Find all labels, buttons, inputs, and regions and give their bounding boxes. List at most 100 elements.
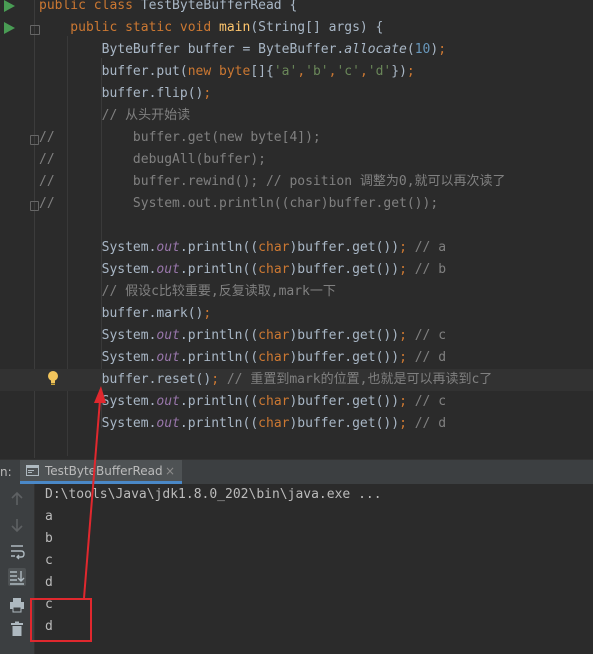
console-output-line: c (45, 553, 53, 568)
console-command-line: D:\tools\Java\jdk1.8.0_202\bin\java.exe … (45, 487, 382, 502)
code-token: buffer.flip() (39, 86, 204, 101)
code-token: , (359, 64, 368, 79)
code-token: ; (399, 262, 407, 277)
code-token: )buffer.get()) (289, 328, 400, 343)
code-line[interactable]: ByteBuffer buffer = ByteBuffer.allocate(… (39, 39, 446, 61)
code-token: buffer.mark() (39, 306, 204, 321)
console-output-line: c (45, 597, 53, 612)
lightbulb-icon[interactable] (46, 370, 60, 386)
code-token: new byte (187, 64, 251, 79)
code-line[interactable]: // 假设c比较重要,反复读取,mark一下 (39, 281, 336, 303)
code-token: ; (399, 328, 407, 343)
fold-marker-icon[interactable] (30, 135, 39, 145)
code-token: out (156, 262, 180, 277)
code-line[interactable]: // debugAll(buffer); (39, 149, 266, 171)
code-token: public class (39, 0, 141, 13)
code-token: )buffer.get()) (289, 394, 400, 409)
code-token: ) (430, 42, 439, 57)
code-token: System. (39, 262, 157, 277)
code-token: buffer.get(new byte[4]); (54, 130, 321, 145)
console-output-line: a (45, 509, 53, 524)
code-line[interactable]: // 从头开始读 (39, 105, 190, 127)
run-tab-title: TestByteBufferRead (45, 464, 163, 478)
code-line[interactable]: System.out.println((char)buffer.get()); … (39, 413, 446, 435)
print-icon[interactable] (8, 596, 26, 614)
run-class-icon[interactable] (2, 0, 16, 13)
code-token: .println(( (179, 350, 259, 365)
code-line[interactable]: public static void main(String[] args) { (39, 17, 383, 39)
code-line[interactable]: buffer.reset(); // 重置到mark的位置,也就是可以再读到c了 (0, 369, 593, 391)
code-token: // 从头开始读 (39, 108, 191, 123)
code-line[interactable]: System.out.println((char)buffer.get()); … (39, 325, 446, 347)
code-token: ; (203, 86, 212, 101)
code-token: buffer.reset() (39, 372, 212, 387)
code-token: public static void (39, 20, 220, 35)
code-token: .println(( (179, 262, 259, 277)
code-token: (String[] args) { (250, 20, 384, 35)
code-line[interactable]: System.out.println((char)buffer.get()); … (39, 237, 446, 259)
trash-icon[interactable] (8, 620, 26, 638)
code-token: System. (39, 416, 157, 431)
code-token: 'd' (367, 64, 392, 79)
code-line[interactable]: System.out.println((char)buffer.get()); … (39, 391, 446, 413)
code-line[interactable]: // buffer.get(new byte[4]); (39, 127, 321, 149)
code-token: ; (399, 350, 407, 365)
code-line[interactable]: buffer.put(new byte[]{'a','b','c','d'}); (39, 61, 415, 83)
code-token: ; (399, 394, 407, 409)
code-token: // d (406, 416, 447, 431)
arrow-down-icon[interactable] (8, 516, 26, 534)
fold-marker-icon[interactable] (30, 201, 39, 211)
code-token: buffer.put( (39, 64, 188, 79)
code-token: .println(( (179, 240, 259, 255)
close-icon[interactable]: × (165, 460, 175, 482)
code-token: )buffer.get()) (289, 416, 400, 431)
code-token: 'b' (305, 64, 329, 79)
arrow-up-icon[interactable] (8, 490, 26, 508)
code-token: )buffer.get()) (289, 262, 400, 277)
code-token: ; (406, 64, 415, 79)
code-line[interactable]: System.out.println((char)buffer.get()); … (39, 347, 446, 369)
code-token: // a (406, 240, 447, 255)
code-token: )buffer.get()) (289, 240, 400, 255)
code-token: debugAll(buffer); (54, 152, 266, 167)
code-token: out (156, 394, 180, 409)
code-token: .println(( (179, 416, 259, 431)
code-token: // (39, 152, 55, 167)
code-token: }) (391, 64, 407, 79)
code-line[interactable]: public class TestByteBufferRead { (39, 0, 297, 17)
code-token: out (156, 240, 180, 255)
console-toolbar (0, 484, 35, 654)
code-token: System. (39, 350, 157, 365)
console-output-line: d (45, 575, 53, 590)
code-token: out (156, 350, 180, 365)
code-token: .println(( (179, 328, 259, 343)
code-editor[interactable]: public class TestByteBufferRead { public… (0, 0, 593, 458)
scroll-to-end-icon[interactable] (8, 568, 26, 586)
code-token: // d (406, 350, 447, 365)
run-tab[interactable]: TestByteBufferRead × (20, 460, 182, 484)
soft-wrap-icon[interactable] (8, 542, 26, 560)
code-token: 'a' (273, 64, 298, 79)
code-token: .println(( (179, 394, 259, 409)
code-token: []{ (250, 64, 274, 79)
code-line[interactable]: buffer.mark(); (39, 303, 212, 325)
console-output-line: b (45, 531, 53, 546)
code-token: // c (406, 328, 447, 343)
code-token: System. (39, 328, 157, 343)
code-line[interactable]: // System.out.println((char)buffer.get()… (39, 193, 438, 215)
code-line[interactable]: // buffer.rewind(); // position 调整为0,就可以… (39, 171, 506, 193)
code-token: // (39, 130, 55, 145)
code-token: 'c' (336, 64, 360, 79)
code-token: char (258, 416, 290, 431)
code-token: ; (399, 240, 407, 255)
code-line[interactable]: buffer.flip(); (39, 83, 212, 105)
code-token: ; (203, 306, 212, 321)
code-token: ( (406, 42, 415, 57)
run-main-icon[interactable] (2, 21, 16, 35)
code-token: allocate (344, 42, 407, 57)
code-token: ByteBuffer buffer = ByteBuffer. (39, 42, 345, 57)
code-line[interactable]: System.out.println((char)buffer.get()); … (39, 259, 446, 281)
console-output-line: d (45, 619, 53, 634)
run-tool-window-header: n: TestByteBufferRead × (0, 459, 593, 484)
code-token: char (258, 350, 290, 365)
